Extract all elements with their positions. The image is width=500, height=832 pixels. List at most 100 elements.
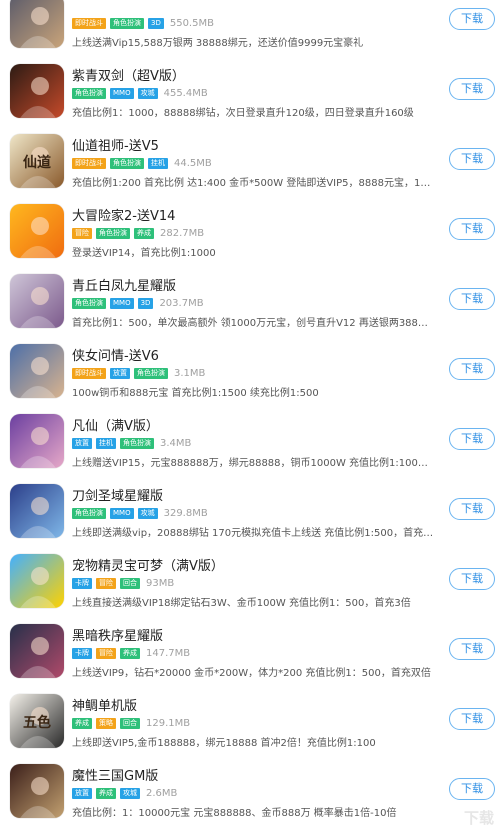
game-title[interactable]: 青丘白凤九星耀版 xyxy=(72,275,176,294)
game-description: 首充比例1：500，单次最高额外 领1000万元宝，创号直升V12 再送银两38… xyxy=(72,318,434,329)
genre-tag: 回合 xyxy=(120,577,140,589)
file-size: 203.7MB xyxy=(159,297,204,309)
download-button[interactable]: 下载 xyxy=(449,568,495,590)
genre-tag: 回合 xyxy=(120,717,140,729)
download-button[interactable]: 下载 xyxy=(449,498,495,520)
file-size: 3.1MB xyxy=(174,367,206,379)
game-tags: 即时战斗 角色扮演 3D 550.5MB xyxy=(72,17,214,29)
game-tags: 冒险 角色扮演 养成 282.7MB xyxy=(72,227,204,239)
download-button[interactable]: 下载 xyxy=(449,78,495,100)
download-button[interactable]: 下载 xyxy=(449,638,495,660)
game-icon[interactable] xyxy=(10,414,64,468)
game-tags: 即时战斗 角色扮演 挂机 44.5MB xyxy=(72,157,212,169)
game-title[interactable]: 黑暗秩序星耀版 xyxy=(72,625,163,644)
genre-tag: 攻城 xyxy=(137,507,158,519)
game-row[interactable]: 仙道 仙道祖师-送V5 即时战斗 角色扮演 挂机 44.5MB 充值比例1:200 首… xyxy=(0,126,500,196)
genre-tag: 角色扮演 xyxy=(110,157,144,169)
game-icon[interactable] xyxy=(10,204,64,258)
game-list: 即时战斗 角色扮演 3D 550.5MB 上线送满Vip15,588万银两 38888… xyxy=(0,0,500,826)
game-description: 充值比例：1：10000元宝 元宝888888、金币888万 概率暴击1倍-10… xyxy=(72,808,397,819)
game-icon[interactable] xyxy=(10,554,64,608)
genre-tag: 角色扮演 xyxy=(96,227,130,239)
game-description: 上线即送VIP5,金币188888，绑元18888 首冲2倍！充值比例1:100 xyxy=(72,738,376,749)
download-button[interactable]: 下载 xyxy=(449,288,495,310)
download-button[interactable]: 下载 xyxy=(449,8,495,30)
game-description: 上线赠送VIP15，元宝888888万，绑元88888，铜币1000W 充值比例… xyxy=(72,458,434,469)
game-title[interactable]: 大冒险家2-送V14 xyxy=(72,205,175,224)
game-tags: 放置 养成 攻城 2.6MB xyxy=(72,787,177,799)
genre-tag: 角色扮演 xyxy=(72,297,106,309)
game-icon[interactable] xyxy=(10,484,64,538)
genre-tag: 角色扮演 xyxy=(72,507,106,519)
download-button[interactable]: 下载 xyxy=(449,218,495,240)
game-icon[interactable] xyxy=(10,344,64,398)
game-icon[interactable]: 五色 xyxy=(10,694,64,748)
game-description: 上线送满Vip15,588万银两 38888绑元，还送价值9999元宝豪礼 xyxy=(72,38,364,49)
game-title[interactable]: 仙道祖师-送V5 xyxy=(72,135,159,154)
game-icon[interactable] xyxy=(10,274,64,328)
genre-tag: 冒险 xyxy=(72,227,92,239)
game-title[interactable]: 刀剑圣域星耀版 xyxy=(72,485,163,504)
game-row[interactable]: 大冒险家2-送V14 冒险 角色扮演 养成 282.7MB 登录送VIP14，首充比例… xyxy=(0,196,500,266)
game-tags: 即时战斗 放置 角色扮演 3.1MB xyxy=(72,367,205,379)
game-title[interactable]: 宠物精灵宝可梦（满V版） xyxy=(72,555,224,574)
game-title[interactable]: 紫青双剑（超V版） xyxy=(72,65,185,84)
game-row[interactable]: 宠物精灵宝可梦（满V版） 卡牌 冒险 回合 93MB 上线直接送满级VIP18绑定钻石… xyxy=(0,546,500,616)
svg-text:五色: 五色 xyxy=(23,714,51,731)
download-button[interactable]: 下载 xyxy=(449,148,495,170)
download-button[interactable]: 下载 xyxy=(449,358,495,380)
game-icon[interactable]: 仙道 xyxy=(10,134,64,188)
game-description: 充值比例1:200 首充比例 达1:400 金币*500W 登陆即送VIP5，8… xyxy=(72,178,434,189)
game-tags: 卡牌 冒险 回合 93MB xyxy=(72,577,174,589)
game-tags: 角色扮演 MMO 3D 203.7MB xyxy=(72,297,204,309)
genre-tag: 冒险 xyxy=(96,577,116,589)
game-title[interactable]: 侠女问情-送V6 xyxy=(72,345,159,364)
file-size: 129.1MB xyxy=(146,717,191,729)
game-title[interactable]: 神鲷单机版 xyxy=(72,695,137,714)
game-row[interactable]: 紫青双剑（超V版） 角色扮演 MMO 攻城 455.4MB 充值比例1：1000，88… xyxy=(0,56,500,126)
genre-tag: 角色扮演 xyxy=(72,87,106,99)
game-icon[interactable] xyxy=(10,64,64,118)
file-size: 282.7MB xyxy=(160,227,205,239)
game-title[interactable]: 凡仙（满V版） xyxy=(72,415,159,434)
game-tags: 卡牌 冒险 养成 147.7MB xyxy=(72,647,190,659)
file-size: 44.5MB xyxy=(174,157,212,169)
genre-tag: 即时战斗 xyxy=(72,17,106,29)
game-row[interactable]: 即时战斗 角色扮演 3D 550.5MB 上线送满Vip15,588万银两 38888… xyxy=(0,0,500,56)
game-row[interactable]: 青丘白凤九星耀版 角色扮演 MMO 3D 203.7MB 首充比例1：500，单次最高… xyxy=(0,266,500,336)
genre-tag: 攻城 xyxy=(137,87,158,99)
game-description: 登录送VIP14，首充比例1:1000 xyxy=(72,248,216,259)
file-size: 93MB xyxy=(146,577,175,589)
game-icon[interactable] xyxy=(10,0,64,48)
game-row[interactable]: 魔性三国GM版 放置 养成 攻城 2.6MB 充值比例：1：10000元宝 元宝888… xyxy=(0,756,500,826)
genre-tag: 冒险 xyxy=(96,647,116,659)
download-button[interactable]: 下载 xyxy=(449,428,495,450)
genre-tag: 养成 xyxy=(72,717,92,729)
game-row[interactable]: 凡仙（满V版） 放置 挂机 角色扮演 3.4MB 上线赠送VIP15，元宝888888… xyxy=(0,406,500,476)
genre-tag: 放置 xyxy=(72,437,92,449)
game-title[interactable]: 魔性三国GM版 xyxy=(72,765,158,784)
genre-tag: 卡牌 xyxy=(72,577,92,589)
game-tags: 养成 策略 回合 129.1MB xyxy=(72,717,190,729)
game-row[interactable]: 五色 神鲷单机版 养成 策略 回合 129.1MB 上线即送VIP5,金币188888… xyxy=(0,686,500,756)
file-size: 550.5MB xyxy=(169,17,214,29)
download-button[interactable]: 下载 xyxy=(449,708,495,730)
genre-tag: 3D xyxy=(137,297,154,309)
game-description: 上线送VIP9，钻石*20000 金币*200W，体力*200 充值比例1：50… xyxy=(72,668,431,679)
genre-tag: 角色扮演 xyxy=(120,437,154,449)
genre-tag: 即时战斗 xyxy=(72,157,106,169)
genre-tag: MMO xyxy=(110,507,134,519)
game-icon[interactable] xyxy=(10,624,64,678)
game-row[interactable]: 侠女问情-送V6 即时战斗 放置 角色扮演 3.1MB 100w铜币和888元宝 首充… xyxy=(0,336,500,406)
file-size: 2.6MB xyxy=(146,787,178,799)
file-size: 147.7MB xyxy=(146,647,191,659)
download-button[interactable]: 下载 xyxy=(449,778,495,800)
game-icon[interactable] xyxy=(10,764,64,818)
genre-tag: 挂机 xyxy=(148,157,168,169)
genre-tag: 养成 xyxy=(96,787,116,799)
game-row[interactable]: 刀剑圣域星耀版 角色扮演 MMO 攻城 329.8MB 上线即送满级vip，20888… xyxy=(0,476,500,546)
genre-tag: MMO xyxy=(110,297,134,309)
genre-tag: 养成 xyxy=(120,647,140,659)
genre-tag: 卡牌 xyxy=(72,647,92,659)
game-row[interactable]: 黑暗秩序星耀版 卡牌 冒险 养成 147.7MB 上线送VIP9，钻石*20000 金… xyxy=(0,616,500,686)
